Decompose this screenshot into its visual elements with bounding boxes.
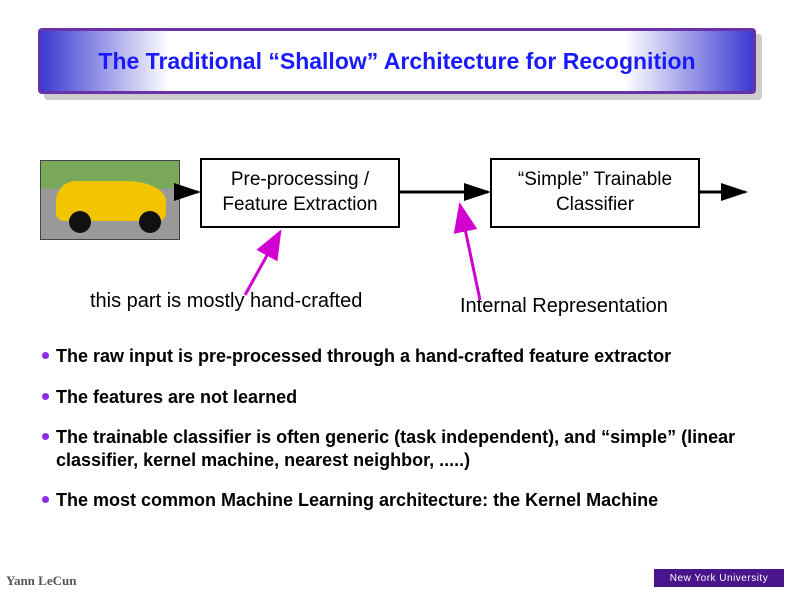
wheel-icon — [139, 211, 161, 233]
internal-rep-annotation: Internal Representation — [460, 295, 690, 318]
bullet-item: The features are not learned — [42, 386, 752, 409]
classifier-label: “Simple” Trainable Classifier — [492, 168, 698, 217]
wheel-icon — [69, 211, 91, 233]
bullet-item: The most common Machine Learning archite… — [42, 489, 752, 512]
bullet-list: The raw input is pre-processed through a… — [42, 345, 752, 530]
slide-title: The Traditional “Shallow” Architecture f… — [98, 48, 695, 75]
bullet-item: The raw input is pre-processed through a… — [42, 345, 752, 368]
title-box: The Traditional “Shallow” Architecture f… — [38, 28, 756, 94]
classifier-box: “Simple” Trainable Classifier — [490, 158, 700, 228]
input-image-placeholder — [40, 160, 180, 240]
preprocessing-box: Pre-processing / Feature Extraction — [200, 158, 400, 228]
slide-title-container: The Traditional “Shallow” Architecture f… — [38, 28, 756, 94]
footer-affiliation-text: New York University — [670, 573, 768, 584]
handcrafted-annotation: this part is mostly hand-crafted — [90, 290, 370, 313]
footer-author: Yann LeCun — [6, 573, 76, 589]
bullet-item: The trainable classifier is often generi… — [42, 426, 752, 471]
preprocessing-label: Pre-processing / Feature Extraction — [202, 168, 398, 217]
footer-affiliation-logo: New York University — [654, 569, 784, 587]
